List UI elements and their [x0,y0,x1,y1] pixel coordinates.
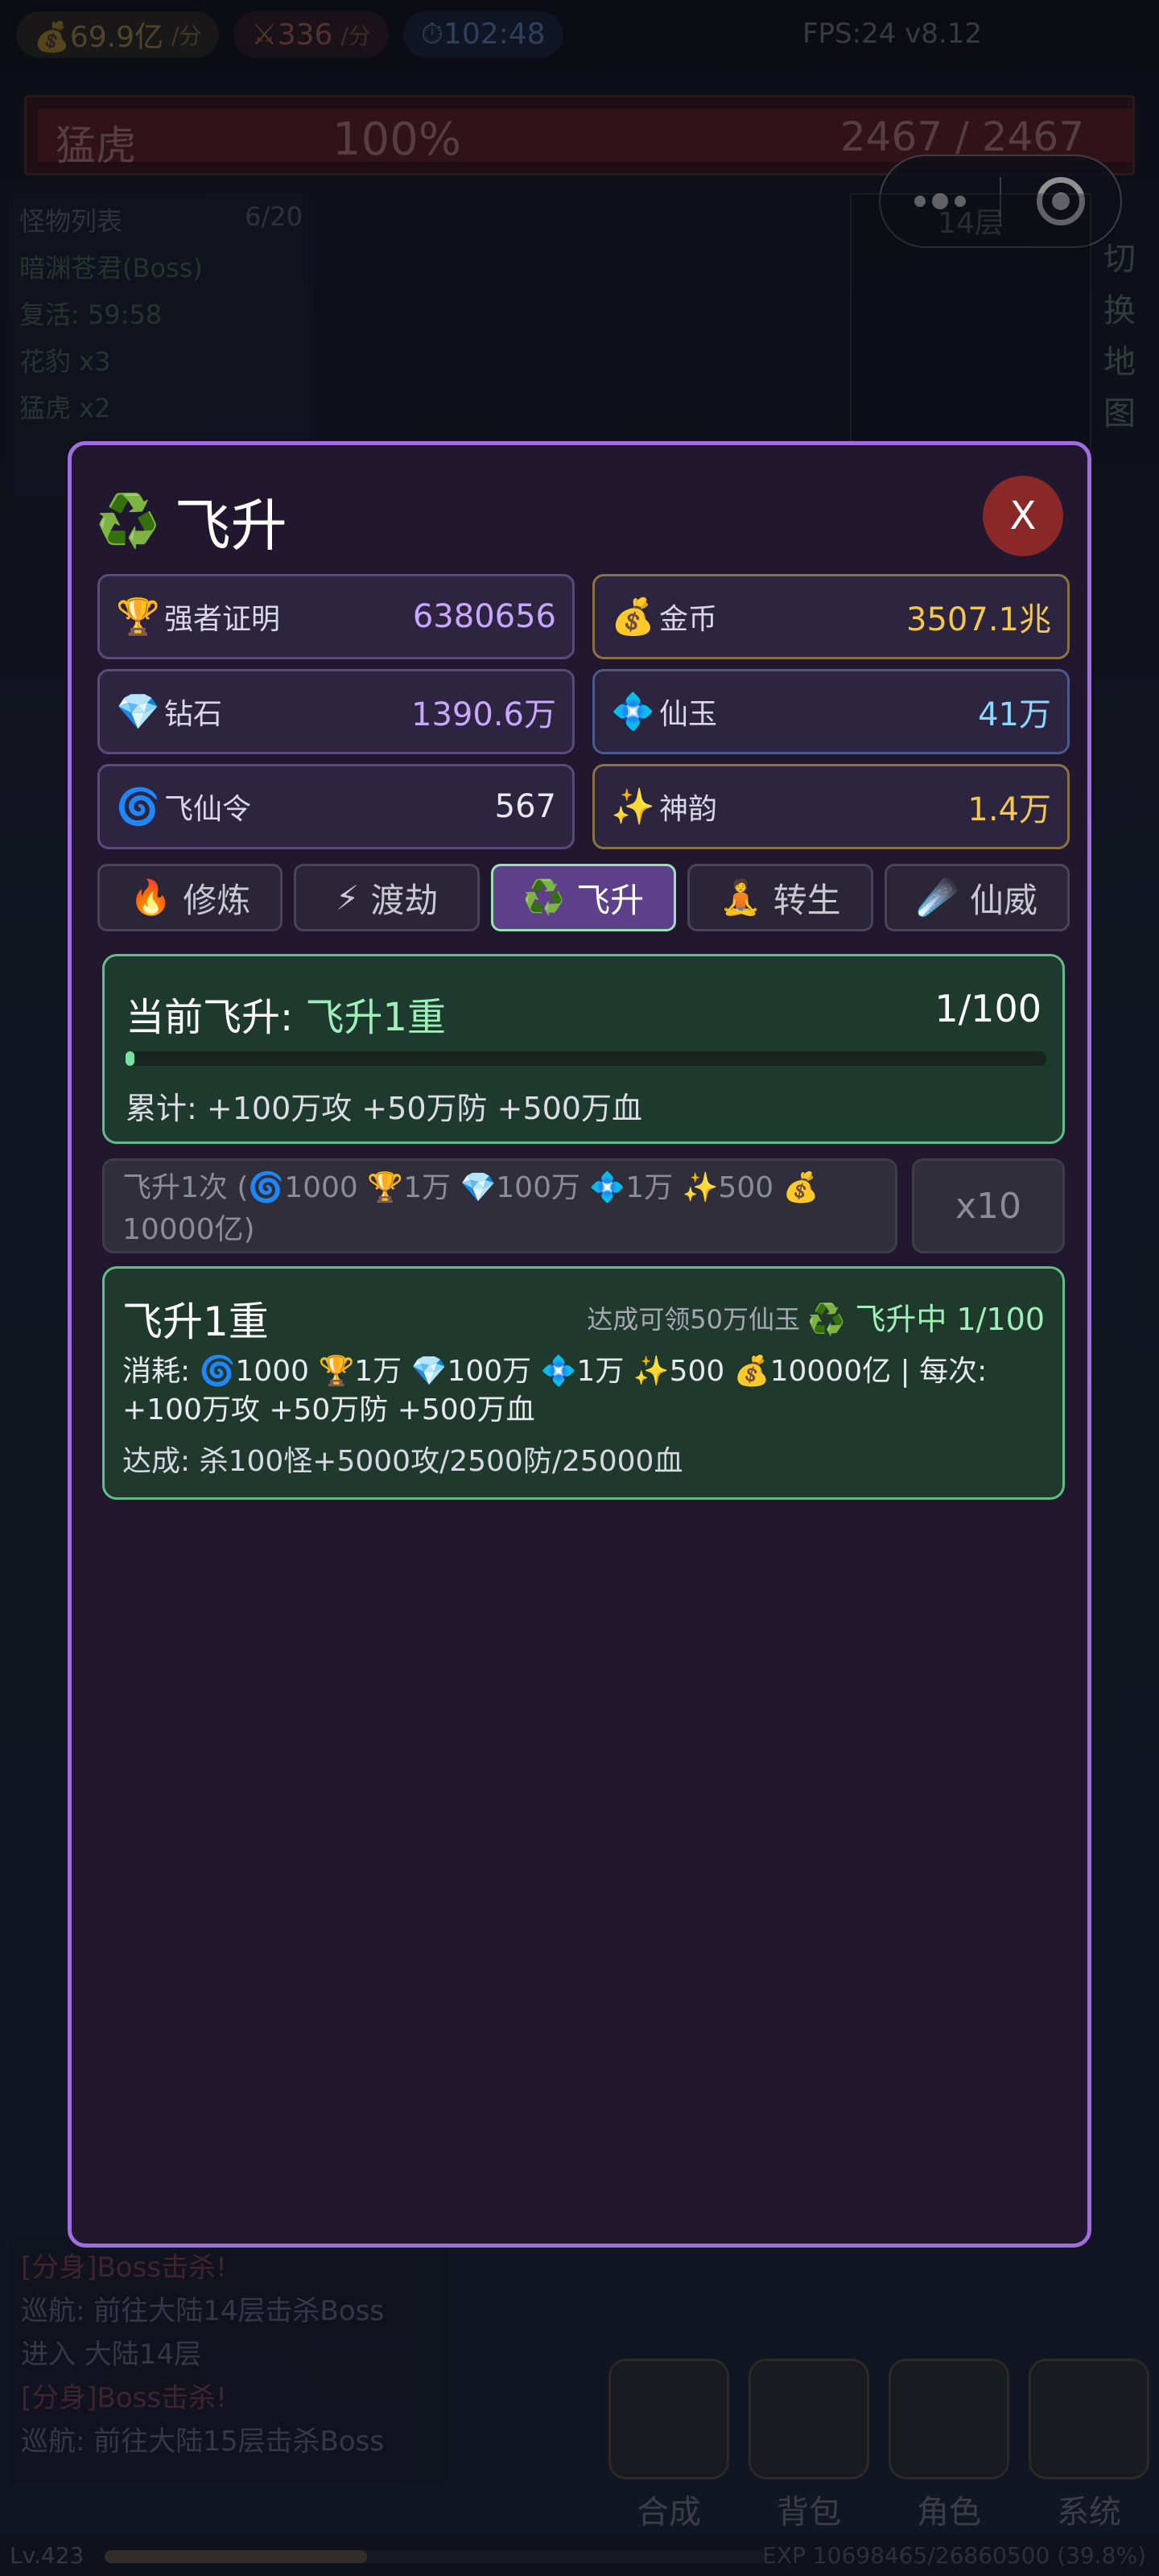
resource-stats: 🏆 强者证明 6380656 💰 金币 3507.1兆 💎 钻石 1390.6万 💠 仙玉 41万 🌀 飞… [97,574,1070,849]
ascend-x10-button[interactable]: x10 [912,1158,1065,1253]
stat-icon: 💎 [116,691,160,733]
tab-4[interactable]: ☄️ 仙威 [884,864,1070,931]
tab-label: 转生 [773,880,841,920]
stat-icon: 💠 [611,691,655,733]
ascension-progress-fill [126,1051,135,1066]
ascension-level-card: 飞升1重 达成可领50万仙玉 ♻️ 飞升中 1/100 消耗: 🌀1000 🏆1… [102,1266,1065,1500]
stat-icon: 🏆 [116,597,160,638]
stat-card: ✨ 神韵 1.4万 [592,764,1070,849]
ascension-progress-text: 1/100 [934,987,1041,1030]
stat-value: 1.4万 [967,791,1051,828]
game-screen: 💰69.9亿 /分 ⚔336 /分 ⏱102:48 FPS:24 v8.12 猛… [0,0,1159,2576]
ascend-actions: 飞升1次 (🌀1000 🏆1万 💎100万 💠1万 ✨500 💰10000亿) … [102,1158,1065,1253]
tab-1[interactable]: ⚡ 渡劫 [294,864,480,931]
stat-icon: 💰 [611,597,655,638]
level-name: 飞升1重 [122,1298,269,1345]
tab-3[interactable]: 🧘 转生 [687,864,873,931]
stat-card: 💠 仙玉 41万 [592,669,1070,754]
stat-value: 3507.1兆 [906,601,1051,638]
tab-label: 仙威 [969,880,1037,920]
stat-label: 飞仙令 [164,793,252,826]
close-button[interactable]: X [983,476,1063,556]
tab-label: 飞升 [576,880,645,920]
ascend-once-button[interactable]: 飞升1次 (🌀1000 🏆1万 💎100万 💠1万 ✨500 💰10000亿) [102,1158,897,1253]
stat-value: 41万 [978,696,1051,733]
stat-label: 钻石 [164,698,223,731]
modal-title: ♻️ 飞升 [96,481,287,562]
current-ascension-label: 当前飞升: 飞升1重 [126,995,446,1040]
stat-icon: 🌀 [116,786,160,828]
stat-card: 🏆 强者证明 6380656 [97,574,575,659]
stat-label: 仙玉 [659,698,718,731]
stat-card: 💰 金币 3507.1兆 [592,574,1070,659]
accumulated-bonus: 累计: +100万攻 +50万防 +500万血 [126,1091,642,1126]
stat-label: 强者证明 [164,603,281,636]
modal-title-text: 飞升 [174,493,287,559]
ascension-modal: ♻️ 飞升 X 🏆 强者证明 6380656 💰 金币 3507.1兆 💎 钻石 1390.6万… [68,441,1091,2248]
tab-icon: ⚡ [335,877,360,918]
stat-label: 金币 [659,603,718,636]
ascension-progress-bar [126,1051,1046,1066]
tab-label: 渡劫 [370,880,439,920]
level-cost: 消耗: 🌀1000 🏆1万 💎100万 💠1万 ✨500 💰10000亿 | 每… [122,1355,988,1426]
current-ascension-card: 当前飞升: 飞升1重 1/100 累计: +100万攻 +50万防 +500万血 [102,954,1065,1144]
tab-icon: ♻️ [522,877,566,917]
stat-card: 🌀 飞仙令 567 [97,764,575,849]
stat-label: 神韵 [659,793,718,826]
stat-value: 6380656 [412,598,556,635]
modal-tabs: 🔥 修炼 ⚡ 渡劫 ♻️ 飞升 🧘 转生 ☄️ 仙威 [97,864,1070,931]
tab-icon: 🧘 [720,877,762,917]
tab-icon: 🔥 [130,877,172,917]
stat-value: 1390.6万 [411,696,556,733]
level-reward-hint: 达成可领50万仙玉 [587,1304,800,1335]
tab-2[interactable]: ♻️ 飞升 [490,864,677,931]
tab-label: 修炼 [183,880,251,920]
recycle-icon: ♻️ [96,492,160,551]
level-requirement: 达成: 杀100怪+5000攻/2500防/25000血 [122,1445,683,1478]
level-status: ♻️ 飞升中 1/100 [807,1302,1045,1337]
stat-icon: ✨ [611,786,655,828]
current-ascension-value: 飞升1重 [305,995,446,1040]
stat-value: 567 [494,788,556,825]
tab-icon: ☄️ [916,877,959,917]
tab-0[interactable]: 🔥 修炼 [97,864,283,931]
stat-card: 💎 钻石 1390.6万 [97,669,575,754]
